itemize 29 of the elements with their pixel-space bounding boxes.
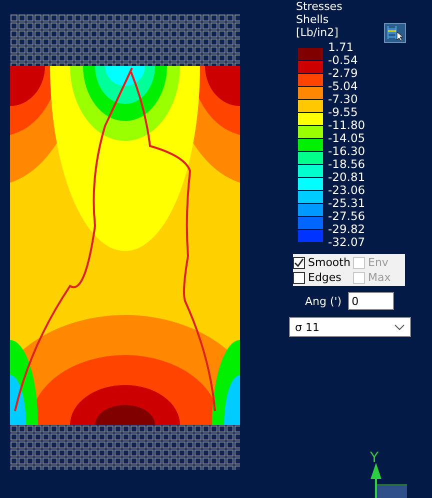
legend-value: -18.56	[328, 158, 366, 171]
legend-title: [Lb/in2]	[296, 26, 338, 39]
component-dropdown[interactable]: σ 11	[289, 317, 411, 337]
chevron-down-icon	[394, 324, 405, 330]
legend-title: Stresses	[296, 0, 342, 13]
checkmark-icon	[294, 258, 304, 268]
legend-value: -9.55	[328, 106, 359, 119]
legend-value: -25.31	[328, 197, 366, 210]
legend-button[interactable]	[384, 23, 406, 43]
legend-value: 1.71	[328, 41, 355, 54]
legend-value: -27.56	[328, 210, 366, 223]
ladder-icon	[386, 25, 404, 41]
legend-value: -23.06	[328, 184, 366, 197]
legend-value: -16.30	[328, 145, 366, 158]
legend-value: -7.30	[328, 93, 359, 106]
legend-value: -20.81	[328, 171, 366, 184]
checkbox[interactable]: Smooth	[293, 255, 353, 270]
legend-value: -29.82	[328, 223, 366, 236]
angle-label: Ang (')	[305, 294, 342, 308]
legend-value: -0.54	[328, 54, 359, 67]
checkbox[interactable]: Edges	[293, 270, 353, 285]
legend-value: -14.05	[328, 132, 366, 145]
legend-value: -2.79	[328, 67, 359, 80]
axis-triad-drawing: Y	[366, 448, 432, 498]
legend-value: -5.04	[328, 80, 359, 93]
legend-value: -11.80	[328, 119, 366, 132]
angle-field[interactable]: 0	[348, 292, 394, 310]
legend-title: Shells	[296, 13, 329, 26]
legend-value: -32.07	[328, 236, 366, 249]
